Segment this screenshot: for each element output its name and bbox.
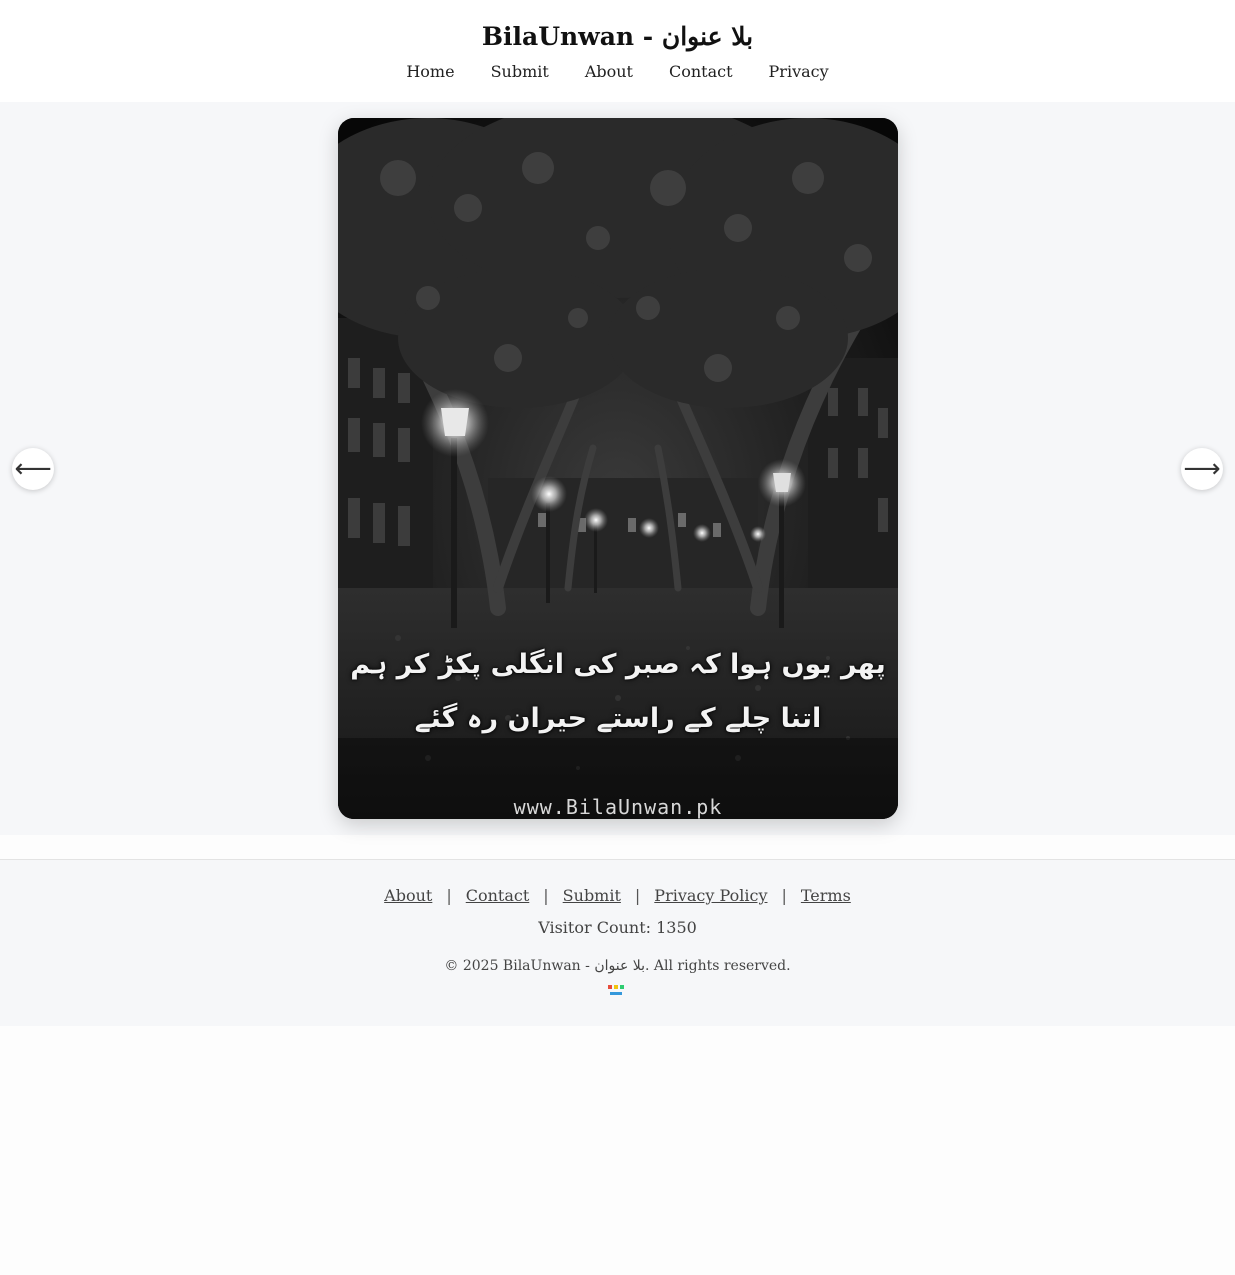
nav-about-link[interactable]: About [585, 62, 633, 81]
nav-privacy-link[interactable]: Privacy [769, 62, 829, 81]
footer-about-link[interactable]: About [384, 886, 432, 905]
site-footer: About | Contact | Submit | Privacy Polic… [0, 859, 1235, 1026]
copyright-text: © 2025 BilaUnwan - بلا عنوان. All rights… [444, 958, 791, 974]
site-header: BilaUnwan - بلا عنوان Home Submit About … [0, 0, 1235, 102]
arrow-right-icon[interactable]: ⟶ [1181, 448, 1223, 490]
footer-privacy-policy-link[interactable]: Privacy Policy [654, 886, 767, 905]
image-watermark: www.BilaUnwan.pk [513, 795, 723, 819]
poem-text: پھر یوں ہوا کہ صبر کی انگلی پکڑ کر ہم ات… [338, 638, 898, 746]
visitor-count: Visitor Count: 1350 [538, 918, 697, 937]
site-title: BilaUnwan - بلا عنوان [481, 22, 754, 51]
footer-contact-link[interactable]: Contact [466, 886, 530, 905]
poem-line-2: اتنا چلے کے راستے حیران رہ گئے [414, 703, 822, 734]
footer-separator: | [446, 886, 452, 905]
footer-separator: | [634, 886, 641, 905]
footer-links: About | Contact | Submit | Privacy Polic… [0, 886, 1235, 905]
poem-line-1: پھر یوں ہوا کہ صبر کی انگلی پکڑ کر ہم [350, 649, 886, 680]
main-nav: Home Submit About Contact Privacy [0, 62, 1235, 81]
footer-terms-link[interactable]: Terms [801, 886, 851, 905]
nav-home-link[interactable]: Home [406, 62, 454, 81]
slider-section: ⟵ پھر یوں ہوا کہ صبر کی انگلی پکڑ کر ہم … [0, 102, 1235, 835]
footer-submit-link[interactable]: Submit [563, 886, 621, 905]
nav-contact-link[interactable]: Contact [669, 62, 733, 81]
arrow-left-icon[interactable]: ⟵ [12, 448, 54, 490]
footer-separator: | [543, 886, 549, 905]
next-slide-glyph: ⟶ [1183, 454, 1221, 484]
footer-separator: | [781, 886, 787, 905]
nav-submit-link[interactable]: Submit [491, 62, 549, 81]
poetry-image-card: پھر یوں ہوا کہ صبر کی انگلی پکڑ کر ہم ات… [338, 118, 898, 819]
site-badge-icon [608, 985, 624, 995]
prev-slide-glyph: ⟵ [14, 454, 52, 484]
